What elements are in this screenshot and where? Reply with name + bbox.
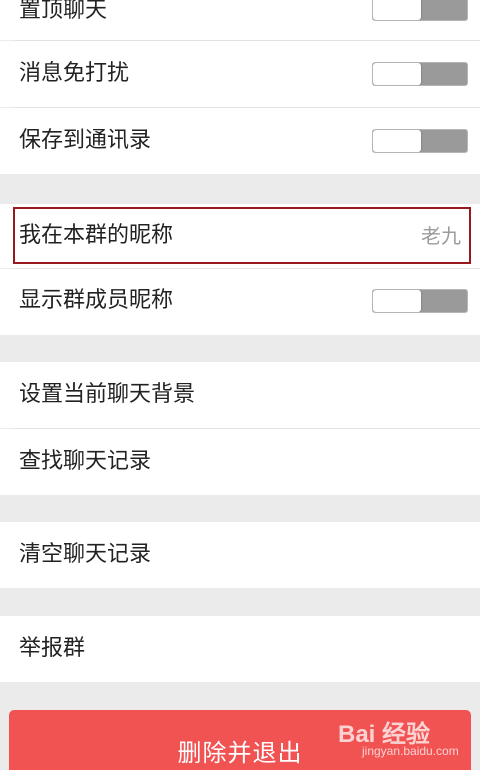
baidu-jingyan-watermark: Bai 经验 jingyan.baidu.com <box>338 710 476 764</box>
settings-row-show-member-nicknames[interactable]: 显示群成员昵称 <box>0 269 480 335</box>
settings-row-pin-chat[interactable]: 置顶聊天 <box>0 0 480 40</box>
toggle-knob <box>373 130 421 152</box>
settings-row-mute[interactable]: 消息免打扰 <box>0 41 480 107</box>
clear-history-label: 清空聊天记录 <box>19 542 152 567</box>
settings-row-my-nickname[interactable]: 我在本群的昵称 老九 <box>0 204 480 268</box>
toggle-knob <box>373 63 421 85</box>
set-background-label: 设置当前聊天背景 <box>19 382 196 407</box>
settings-row-set-background[interactable]: 设置当前聊天背景 <box>0 362 480 428</box>
mute-label: 消息免打扰 <box>19 61 130 86</box>
show-member-nicknames-label: 显示群成员昵称 <box>19 288 174 313</box>
settings-row-find-history[interactable]: 查找聊天记录 <box>0 429 480 495</box>
report-group-label: 举报群 <box>19 636 86 661</box>
pin-chat-toggle[interactable] <box>372 0 468 21</box>
toggle-knob <box>373 0 421 20</box>
mute-toggle[interactable] <box>372 62 468 86</box>
chat-settings-screen: 置顶聊天 消息免打扰 保存到通讯录 我在本群的昵称 老九 显示群成员昵称 设置当… <box>0 0 480 770</box>
settings-row-save-contacts[interactable]: 保存到通讯录 <box>0 108 480 174</box>
save-contacts-label: 保存到通讯录 <box>19 128 152 153</box>
show-member-nicknames-toggle[interactable] <box>372 289 468 313</box>
settings-row-clear-history[interactable]: 清空聊天记录 <box>0 522 480 588</box>
my-nickname-label: 我在本群的昵称 <box>19 223 174 248</box>
pin-chat-label: 置顶聊天 <box>19 0 108 23</box>
save-contacts-toggle[interactable] <box>372 129 468 153</box>
watermark-url: jingyan.baidu.com <box>362 744 459 758</box>
toggle-knob <box>373 290 421 312</box>
find-history-label: 查找聊天记录 <box>19 449 152 474</box>
my-nickname-value: 老九 <box>421 224 461 248</box>
settings-row-report-group[interactable]: 举报群 <box>0 616 480 682</box>
